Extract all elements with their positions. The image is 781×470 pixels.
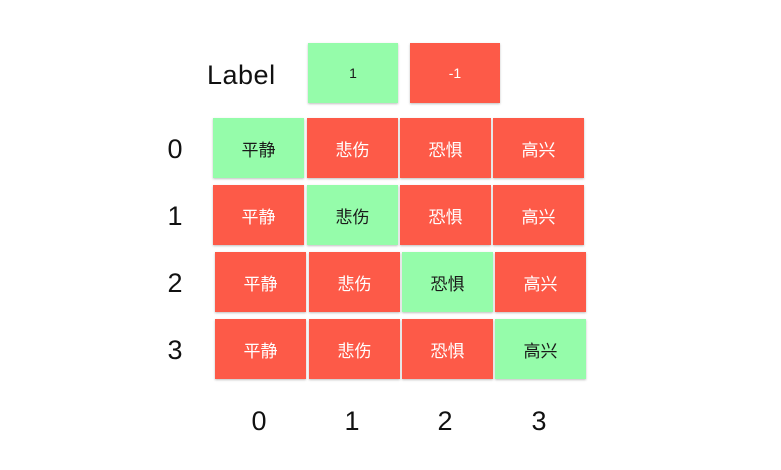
matrix-cell-2-0: 平静 — [215, 252, 306, 312]
col-label-1: 1 — [344, 406, 360, 436]
row-label-2: 2 — [167, 268, 183, 298]
matrix-cell-3-0: 平静 — [215, 319, 306, 379]
matrix-cell-1-1: 悲伤 — [307, 185, 398, 245]
matrix-cell-3-2: 恐惧 — [402, 319, 493, 379]
row-label-3: 3 — [167, 335, 183, 365]
legend-title: Label — [207, 60, 276, 90]
matrix-cell-2-3: 高兴 — [495, 252, 586, 312]
matrix-cell-2-2: 恐惧 — [402, 252, 493, 312]
matrix-cell-0-3: 高兴 — [493, 118, 584, 178]
legend-positive-box: 1 — [308, 43, 398, 103]
matrix-cell-1-3: 高兴 — [493, 185, 584, 245]
matrix-cell-0-1: 悲伤 — [307, 118, 398, 178]
row-label-0: 0 — [167, 134, 183, 164]
matrix-cell-3-3: 高兴 — [495, 319, 586, 379]
legend-negative-box: -1 — [410, 43, 500, 103]
col-label-0: 0 — [251, 406, 267, 436]
matrix-cell-2-1: 悲伤 — [309, 252, 400, 312]
matrix-cell-0-0: 平静 — [213, 118, 304, 178]
row-label-1: 1 — [167, 201, 183, 231]
matrix-cell-1-2: 恐惧 — [400, 185, 491, 245]
matrix-cell-0-2: 恐惧 — [400, 118, 491, 178]
matrix-cell-3-1: 悲伤 — [309, 319, 400, 379]
col-label-2: 2 — [437, 406, 453, 436]
matrix-cell-1-0: 平静 — [213, 185, 304, 245]
col-label-3: 3 — [531, 406, 547, 436]
